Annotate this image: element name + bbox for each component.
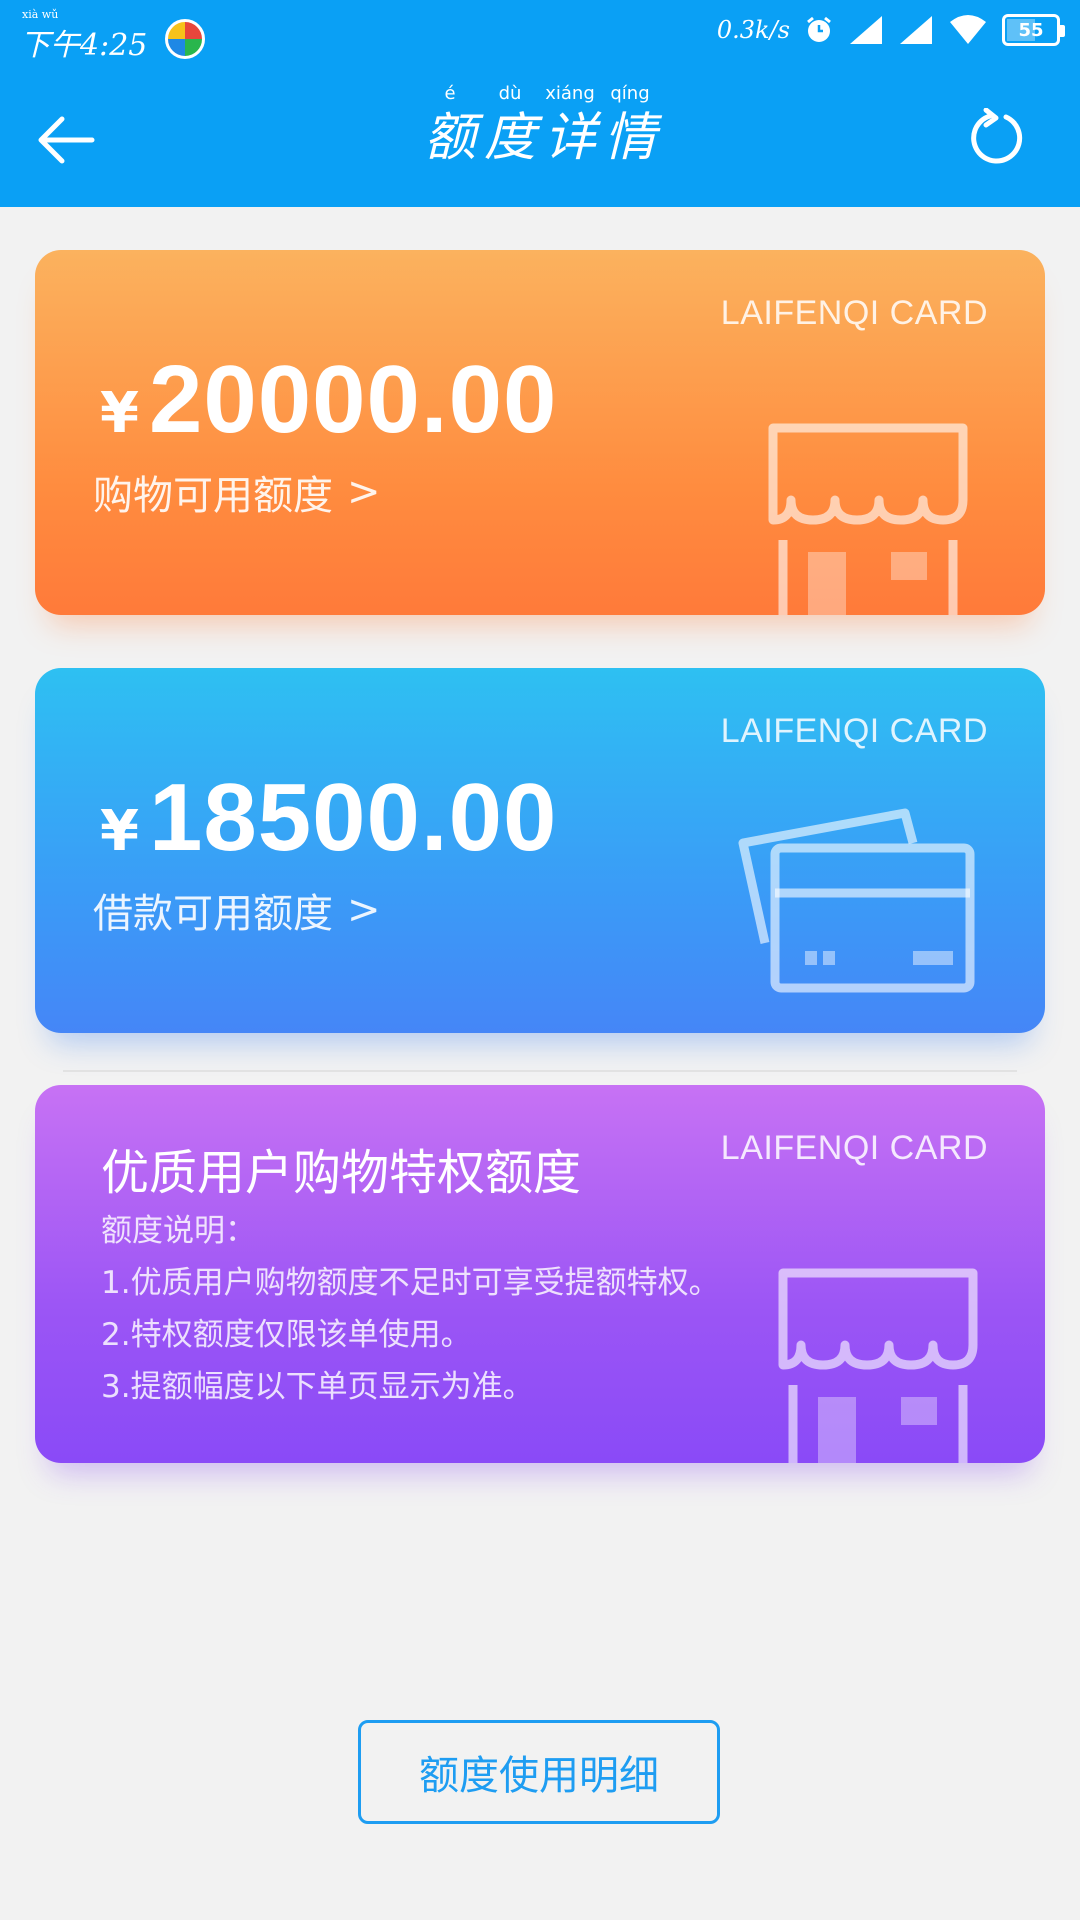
shopping-amount: 20000.00 bbox=[148, 346, 558, 453]
card-brand: LAIFENQI CARD bbox=[720, 712, 988, 750]
page-title: é 额 dù 度 xiáng 详 qíng 情 bbox=[0, 82, 1080, 170]
credit-usage-detail-button[interactable]: 额度使用明细 bbox=[358, 1720, 720, 1824]
note-item: 2.特权额度仅限该单使用。 bbox=[101, 1317, 472, 1353]
note-item: 3.提额幅度以下单页显示为准。 bbox=[101, 1369, 534, 1405]
currency-symbol: ¥ bbox=[100, 381, 139, 446]
card-brand: LAIFENQI CARD bbox=[720, 294, 988, 332]
title-char: qíng 情 bbox=[603, 82, 657, 170]
currency-symbol: ¥ bbox=[100, 799, 139, 864]
refresh-icon bbox=[971, 107, 1023, 164]
chevron-right-icon: > bbox=[347, 469, 381, 515]
network-speed: 0.3k/s bbox=[716, 16, 790, 44]
page-title-chars: é 额 dù 度 xiáng 详 qíng 情 bbox=[423, 82, 657, 170]
battery-level: 55 bbox=[1018, 19, 1044, 41]
title-hanzi: 度 bbox=[483, 108, 536, 168]
shopping-credit-card[interactable]: LAIFENQI CARD ¥ 20000.00 购物可用额度 > bbox=[35, 250, 1045, 615]
card-brand: LAIFENQI CARD bbox=[720, 1129, 988, 1167]
refresh-button[interactable] bbox=[968, 107, 1028, 168]
premium-notes: 额度说明： 1.优质用户购物额度不足时可享受提额特权。 2.特权额度仅限该单使用… bbox=[101, 1205, 720, 1413]
bank-card-icon bbox=[738, 808, 975, 993]
shopping-credit-link[interactable]: 购物可用额度 > bbox=[93, 463, 381, 521]
title-pinyin: qíng bbox=[610, 83, 650, 104]
store-icon bbox=[778, 1268, 978, 1463]
shopping-credit-label: 购物可用额度 bbox=[93, 473, 333, 519]
shopping-amount-row: ¥ 20000.00 bbox=[100, 345, 557, 455]
title-char: dù 度 bbox=[483, 82, 537, 170]
signal-icon-2 bbox=[900, 16, 932, 44]
title-pinyin: é bbox=[444, 83, 456, 104]
loan-credit-label: 借款可用额度 bbox=[93, 891, 333, 937]
loan-amount-row: ¥ 18500.00 bbox=[100, 763, 557, 873]
title-char: xiáng 详 bbox=[543, 82, 597, 170]
title-pinyin: xiáng bbox=[545, 83, 595, 104]
app-notification-icon bbox=[165, 19, 206, 59]
battery-icon: 55 bbox=[1002, 14, 1065, 46]
title-hanzi: 详 bbox=[543, 108, 596, 168]
loan-amount: 18500.00 bbox=[148, 764, 558, 871]
status-right: 0.3k/s 55 bbox=[716, 14, 1065, 46]
status-bar: xià wǔ 下午4:25 0.3k/s 55 bbox=[0, 0, 1080, 72]
chevron-right-icon: > bbox=[347, 887, 381, 933]
status-time-pinyin: xià wǔ bbox=[22, 8, 59, 21]
title-hanzi: 情 bbox=[603, 108, 656, 168]
wifi-icon bbox=[950, 15, 986, 44]
title-pinyin: dù bbox=[498, 83, 522, 104]
alarm-icon bbox=[807, 16, 831, 42]
title-hanzi: 额 bbox=[423, 108, 476, 168]
store-icon bbox=[768, 423, 968, 615]
note-item: 1.优质用户购物额度不足时可享受提额特权。 bbox=[101, 1265, 720, 1301]
loan-credit-link[interactable]: 借款可用额度 > bbox=[93, 881, 381, 939]
loan-credit-card[interactable]: LAIFENQI CARD ¥ 18500.00 借款可用额度 > bbox=[35, 668, 1045, 1033]
status-time-text: 下午4:25 bbox=[20, 28, 148, 63]
signal-icon bbox=[850, 16, 882, 44]
title-char: é额 bbox=[423, 82, 477, 170]
notes-title: 额度说明： bbox=[101, 1213, 256, 1249]
divider bbox=[63, 1070, 1017, 1072]
premium-title: 优质用户购物特权额度 bbox=[101, 1145, 582, 1201]
header-bar: é 额 dù 度 xiáng 详 qíng 情 bbox=[0, 72, 1080, 207]
status-time: xià wǔ 下午4:25 bbox=[20, 8, 148, 64]
premium-credit-card: LAIFENQI CARD 优质用户购物特权额度 额度说明： 1.优质用户购物额… bbox=[35, 1085, 1045, 1463]
status-left: xià wǔ 下午4:25 bbox=[20, 8, 206, 64]
